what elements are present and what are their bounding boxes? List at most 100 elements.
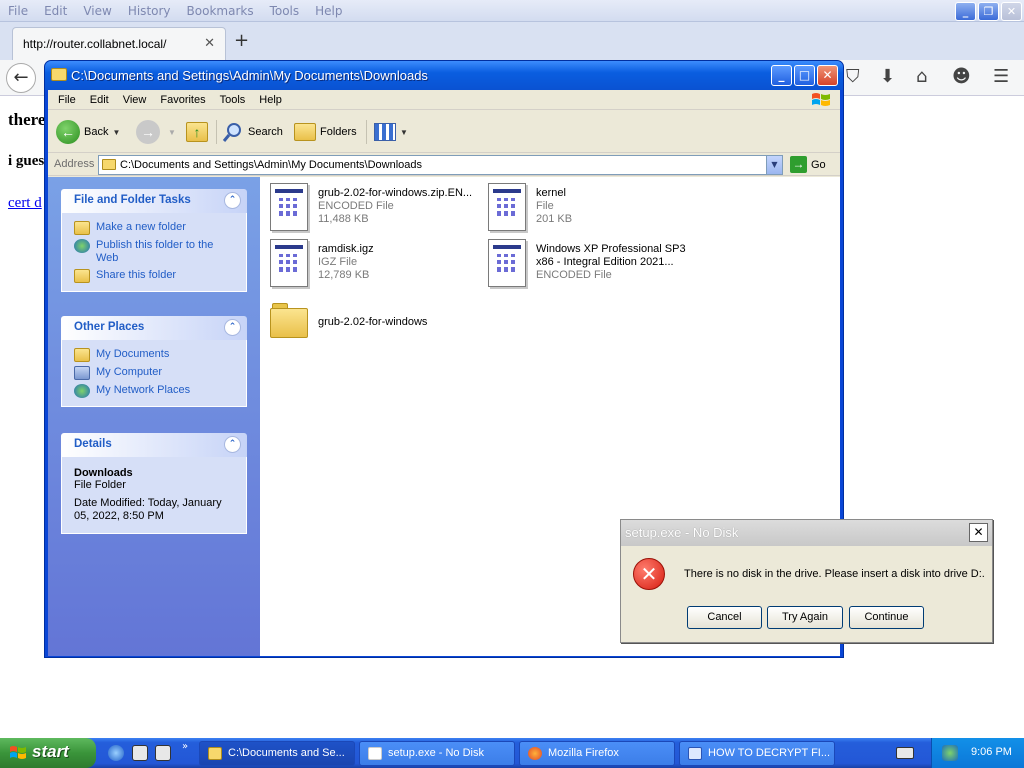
firefox-minimize-button[interactable]: _	[955, 2, 976, 21]
file-size: 12,789 KB	[318, 269, 370, 281]
taskbar-item-label: setup.exe - No Disk	[388, 747, 484, 759]
window-icon	[368, 747, 382, 760]
firefox-icon	[528, 747, 542, 760]
firefox-menu-view[interactable]: View	[75, 2, 119, 20]
taskbar-item-decrypt[interactable]: HOW TO DECRYPT FI...	[679, 741, 835, 766]
back-button[interactable]: ← Back ▼	[56, 118, 120, 146]
menu-edit[interactable]: Edit	[83, 90, 116, 109]
close-icon[interactable]: ✕	[204, 36, 215, 51]
firefox-tab-title: http://router.collabnet.local/	[23, 37, 167, 51]
clock[interactable]: 9:06 PM	[971, 746, 1012, 758]
minimize-button[interactable]: _	[771, 65, 792, 86]
panel-header[interactable]: Details ⌃	[61, 433, 247, 457]
taskbar-item-setup-dialog[interactable]: setup.exe - No Disk	[359, 741, 515, 766]
my-computer-icon	[74, 366, 90, 380]
menu-tools[interactable]: Tools	[213, 90, 253, 109]
firefox-titlebar: File Edit View History Bookmarks Tools H…	[0, 0, 1024, 22]
network-connection-icon[interactable]	[942, 745, 958, 761]
firefox-menu-edit[interactable]: Edit	[36, 2, 75, 20]
folder-item[interactable]: grub-2.02-for-windows	[270, 299, 490, 349]
pocket-icon[interactable]: ⛉	[846, 68, 860, 86]
smiley-icon[interactable]: ☻	[952, 68, 971, 86]
cancel-button[interactable]: Cancel	[687, 606, 762, 629]
collapse-chevron-icon[interactable]: ⌃	[224, 319, 241, 336]
place-my-network-places[interactable]: My Network Places	[62, 382, 246, 400]
firefox-restore-button[interactable]: ❐	[978, 2, 999, 21]
start-button[interactable]: start	[0, 738, 96, 768]
keyboard-icon[interactable]	[896, 747, 914, 759]
go-button[interactable]: → Go	[790, 156, 826, 173]
file-folder-tasks-panel: File and Folder Tasks ⌃ Make a new folde…	[61, 189, 247, 292]
dropdown-arrow-icon[interactable]: ▼	[112, 128, 120, 137]
dialog-titlebar[interactable]: setup.exe - No Disk ✕	[621, 520, 992, 546]
panel-title: Other Places	[74, 321, 145, 333]
menu-view[interactable]: View	[116, 90, 154, 109]
close-button[interactable]: ✕	[817, 65, 838, 86]
dropdown-arrow-icon[interactable]: ▼	[400, 128, 408, 137]
go-arrow-icon: →	[790, 156, 807, 173]
task-share-folder[interactable]: Share this folder	[62, 267, 246, 285]
views-button[interactable]: ▼	[374, 118, 408, 146]
go-label: Go	[811, 158, 826, 171]
dropdown-arrow-icon[interactable]: ▼	[168, 128, 176, 137]
forward-arrow-icon: →	[136, 120, 160, 144]
panel-body: Downloads File Folder Date Modified: Tod…	[61, 457, 247, 534]
maximize-button[interactable]: □	[794, 65, 815, 86]
firefox-menu-bookmarks[interactable]: Bookmarks	[179, 2, 262, 20]
collapse-chevron-icon[interactable]: ⌃	[224, 192, 241, 209]
taskbar-item-explorer[interactable]: C:\Documents and Se...	[199, 741, 355, 766]
media-player-icon[interactable]	[155, 745, 171, 761]
quick-launch-more-icon[interactable]: »	[182, 741, 188, 752]
folder-icon	[51, 68, 67, 81]
menu-help[interactable]: Help	[252, 90, 289, 109]
firefox-menu-history[interactable]: History	[120, 2, 179, 20]
collapse-chevron-icon[interactable]: ⌃	[224, 436, 241, 453]
detail-modified-cont: 05, 2022, 8:50 PM	[74, 510, 164, 522]
search-icon	[222, 123, 241, 142]
windows-logo-icon	[10, 746, 26, 759]
home-icon[interactable]: ⌂	[916, 68, 927, 86]
chevron-down-icon[interactable]: ▼	[766, 156, 782, 174]
address-input[interactable]: C:\Documents and Settings\Admin\My Docum…	[98, 155, 783, 175]
place-my-documents[interactable]: My Documents	[62, 346, 246, 364]
download-icon[interactable]: ⬇	[880, 68, 895, 86]
firefox-menu-tools[interactable]: Tools	[262, 2, 308, 20]
firefox-menu-help[interactable]: Help	[307, 2, 350, 20]
hamburger-menu-icon[interactable]: ☰	[993, 68, 1009, 86]
page-link[interactable]: cert d	[8, 195, 42, 212]
internet-explorer-icon[interactable]	[108, 745, 124, 761]
file-item[interactable]: Windows XP Professional SP3 x86 - Integr…	[488, 239, 708, 289]
firefox-menu-file[interactable]: File	[0, 2, 36, 20]
up-folder-button[interactable]: ↑	[186, 118, 208, 146]
task-publish-folder[interactable]: Publish this folder to the Web	[62, 237, 246, 267]
folders-button[interactable]: Folders	[294, 118, 357, 146]
place-my-computer[interactable]: My Computer	[62, 364, 246, 382]
taskbar-item-firefox[interactable]: Mozilla Firefox	[519, 741, 675, 766]
page-text-2: i gues	[8, 153, 45, 169]
explorer-titlebar[interactable]: C:\Documents and Settings\Admin\My Docum…	[45, 61, 843, 90]
task-make-new-folder[interactable]: Make a new folder	[62, 219, 246, 237]
task-label: Share this folder	[96, 269, 177, 281]
dialog-close-button[interactable]: ✕	[969, 523, 988, 542]
detail-modified: Date Modified: Today, January	[74, 497, 222, 509]
igz-file-icon	[270, 239, 308, 287]
try-again-button[interactable]: Try Again	[767, 606, 843, 629]
back-icon[interactable]: ←	[6, 63, 36, 93]
panel-header[interactable]: File and Folder Tasks ⌃	[61, 189, 247, 213]
show-desktop-icon[interactable]	[132, 745, 148, 761]
firefox-close-button[interactable]: ✕	[1001, 2, 1022, 21]
up-folder-icon: ↑	[186, 122, 208, 142]
forward-button[interactable]: → ▼	[136, 118, 176, 146]
file-item[interactable]: ramdisk.igz IGZ File 12,789 KB	[270, 239, 490, 289]
new-tab-icon[interactable]: +	[234, 32, 249, 50]
file-item[interactable]: grub-2.02-for-windows.zip.EN... ENCODED …	[270, 183, 490, 233]
firefox-tab[interactable]: http://router.collabnet.local/ ✕	[12, 27, 226, 60]
menu-file[interactable]: File	[48, 90, 83, 109]
file-item[interactable]: kernel File 201 KB	[488, 183, 708, 233]
menu-favorites[interactable]: Favorites	[153, 90, 212, 109]
panel-header[interactable]: Other Places ⌃	[61, 316, 247, 340]
search-button[interactable]: Search	[222, 118, 283, 146]
views-icon	[374, 123, 396, 141]
explorer-menubar: File Edit View Favorites Tools Help	[48, 90, 840, 110]
continue-button[interactable]: Continue	[849, 606, 924, 629]
